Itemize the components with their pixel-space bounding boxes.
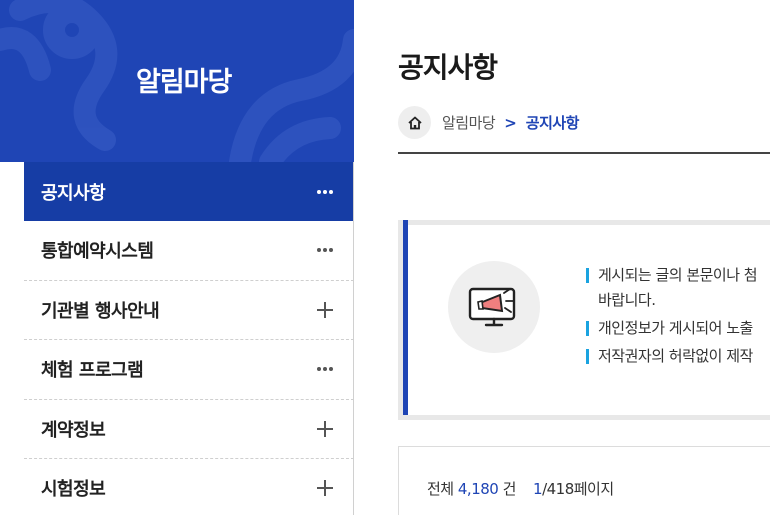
sidebar-item-events[interactable]: 기관별 행사안내 — [24, 280, 354, 340]
plus-icon[interactable] — [316, 479, 334, 497]
more-icon[interactable] — [316, 360, 334, 378]
sidebar-item-label: 통합예약시스템 — [41, 241, 154, 263]
home-icon[interactable] — [398, 106, 431, 139]
sidebar-item-label: 체험 프로그램 — [41, 360, 144, 382]
plus-icon[interactable] — [316, 301, 334, 319]
breadcrumb-current[interactable]: 공지사항 — [526, 112, 580, 133]
sidebar-header: 알림마당 — [0, 0, 354, 162]
sidebar-item-exam[interactable]: 시험정보 — [24, 459, 354, 515]
sidebar-title: 알림마당 — [136, 67, 232, 98]
notice-inner: 게시되는 글의 본문이나 첨 바랍니다. 개인정보가 게시되어 노출 저작권자의… — [403, 220, 770, 415]
more-icon[interactable] — [316, 241, 334, 259]
board-summary: 전체 4,180 건 1/418페이지 — [398, 446, 770, 515]
notice-line-cont: 바랍니다. — [598, 291, 656, 309]
current-page: 1 — [533, 480, 543, 498]
sidebar-item-label: 공지사항 — [41, 182, 106, 204]
notice-lines: 게시되는 글의 본문이나 첨 바랍니다. 개인정보가 게시되어 노출 저작권자의… — [586, 265, 770, 366]
breadcrumb: 알림마당 > 공지사항 — [398, 106, 579, 139]
title-divider — [398, 152, 770, 154]
sidebar: 알림마당 공지사항 통합예약시스템 기관별 행사안내 체험 프로그램 계약정보 … — [0, 0, 354, 515]
side-menu: 공지사항 통합예약시스템 기관별 행사안내 체험 프로그램 계약정보 시험정보 — [24, 162, 354, 515]
sidebar-item-contract[interactable]: 계약정보 — [24, 399, 354, 459]
breadcrumb-separator: > — [504, 113, 517, 132]
sidebar-item-label: 기관별 행사안내 — [41, 300, 160, 322]
sidebar-divider — [353, 162, 354, 515]
sidebar-item-label: 시험정보 — [41, 479, 106, 501]
page-title: 공지사항 — [398, 51, 498, 84]
more-icon[interactable] — [316, 183, 334, 201]
sidebar-item-label: 계약정보 — [41, 419, 106, 441]
total-count: 전체 4,180 건 1/418페이지 — [427, 480, 614, 498]
megaphone-monitor-icon — [448, 261, 540, 353]
breadcrumb-parent[interactable]: 알림마당 — [442, 112, 496, 133]
sidebar-item-program[interactable]: 체험 프로그램 — [24, 340, 354, 400]
total-number: 4,180 — [457, 480, 499, 498]
sidebar-item-reservation[interactable]: 통합예약시스템 — [24, 221, 354, 281]
sidebar-item-notice[interactable]: 공지사항 — [24, 162, 354, 221]
notice-line: 개인정보가 게시되어 노출 — [586, 318, 770, 338]
notice-line: 게시되는 글의 본문이나 첨 — [586, 265, 770, 285]
plus-icon[interactable] — [316, 420, 334, 438]
notice-line: 저작권자의 허락없이 제작 — [586, 346, 770, 366]
notice-box: 게시되는 글의 본문이나 첨 바랍니다. 개인정보가 게시되어 노출 저작권자의… — [398, 220, 770, 420]
page-total: /418페이지 — [542, 480, 614, 498]
